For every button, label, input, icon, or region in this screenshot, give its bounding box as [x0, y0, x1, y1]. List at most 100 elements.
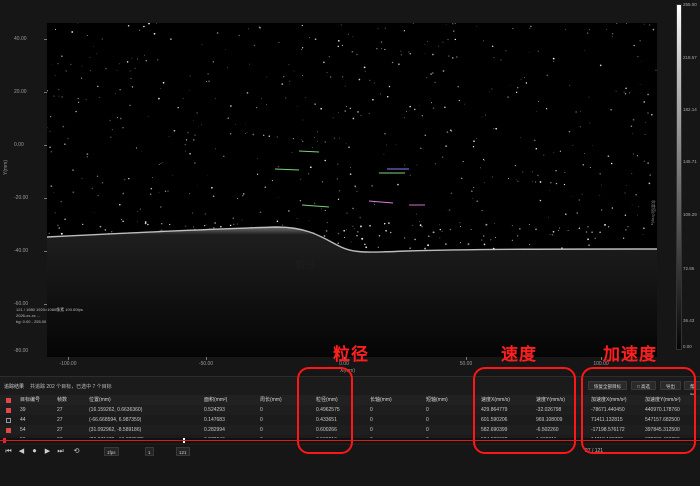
column-header[interactable]: 面积(mm²) [204, 395, 227, 405]
particle-speck [271, 180, 273, 182]
particle-speck [144, 222, 147, 225]
particle-speck [169, 223, 171, 226]
particle-speck [624, 93, 627, 95]
last-frame-icon[interactable]: ⏭ [56, 447, 65, 456]
particle-speck [386, 95, 389, 98]
particle-speck [578, 199, 580, 201]
column-header[interactable]: 帧数 [57, 395, 67, 405]
table-cell: 0 [260, 417, 263, 423]
particle-speck [380, 93, 382, 95]
particle-speck [586, 32, 589, 34]
particle-speck [227, 117, 229, 119]
particle-speck [215, 148, 216, 150]
particle-speck [153, 32, 156, 35]
particle-speck [172, 174, 174, 176]
particle-speck [196, 112, 198, 114]
particle-speck [631, 173, 633, 174]
particle-speck [552, 230, 555, 233]
particle-speck [314, 202, 316, 204]
particle-speck [145, 59, 148, 62]
particle-speck [58, 95, 60, 97]
particle-speck [338, 111, 339, 113]
trajectory-track [368, 200, 394, 204]
particle-speck [649, 24, 651, 26]
particle-speck [421, 115, 423, 117]
particle-speck [344, 236, 346, 238]
particle-speck [563, 183, 566, 186]
particle-speck [141, 151, 143, 152]
particle-speck [50, 151, 52, 153]
particle-speck [89, 57, 91, 59]
particle-speck [168, 136, 170, 137]
particle-speck [528, 52, 530, 53]
particle-speck [101, 181, 104, 184]
particle-speck [328, 56, 330, 58]
column-header[interactable]: 长轴(mm) [370, 395, 392, 405]
particle-speck [643, 160, 645, 162]
colorbar-title: 灰度值(Gray) [651, 200, 656, 224]
table-cell: (31.092962, -8.589186) [89, 427, 142, 433]
particle-speck [648, 182, 651, 185]
particle-speck [308, 37, 310, 38]
table-cell: 0 [426, 417, 429, 423]
frame-to-field[interactable]: 121 [176, 447, 190, 456]
particle-speck [184, 143, 186, 146]
select-all-checkbox[interactable] [6, 398, 11, 403]
particle-speck [204, 224, 206, 227]
particle-speck [599, 64, 602, 67]
column-header[interactable]: 位置(mm) [89, 395, 111, 405]
particle-speck [578, 227, 581, 229]
column-header[interactable]: 短轴(mm) [426, 395, 448, 405]
particle-speck [638, 206, 639, 207]
particle-speck [77, 98, 79, 100]
particle-speck [93, 212, 95, 213]
frame-from-field[interactable]: 1 [145, 447, 154, 456]
colorbar-tick: 255.00 [683, 2, 697, 7]
particle-speck [491, 45, 494, 48]
particle-speck [491, 88, 493, 90]
particle-speck [162, 81, 165, 84]
column-header[interactable]: 目标编号 [20, 395, 40, 405]
row-checkbox[interactable] [6, 418, 11, 423]
particle-speck [213, 226, 215, 229]
fps-select[interactable]: 1fps [104, 447, 119, 456]
particle-speck [419, 224, 422, 227]
trajectory-track [301, 204, 330, 208]
particle-speck [529, 244, 531, 246]
particle-speck [177, 106, 179, 109]
particle-speck [164, 190, 167, 192]
record-icon[interactable]: ⏺ [30, 447, 39, 456]
first-frame-icon[interactable]: ⏮ [4, 447, 13, 456]
play-icon[interactable]: ▶ [43, 447, 52, 456]
particle-speck [60, 232, 63, 235]
particle-speck [167, 190, 169, 192]
step-back-icon[interactable]: ◀ [17, 447, 26, 456]
particle-speck [470, 190, 473, 193]
particle-speck [160, 88, 162, 89]
particle-speck [414, 108, 416, 111]
particle-speck [138, 29, 141, 31]
particle-speck [546, 74, 549, 77]
particle-image[interactable]: 粒径 [47, 23, 657, 357]
y-tick-mark [44, 198, 47, 199]
row-checkbox[interactable] [6, 408, 11, 413]
particle-speck [47, 127, 48, 129]
particle-speck [557, 229, 559, 232]
particle-speck [277, 196, 279, 198]
particle-speck [500, 59, 502, 61]
particle-speck [408, 51, 410, 53]
particle-speck [421, 226, 423, 228]
particle-speck [225, 49, 227, 50]
particle-speck [244, 124, 246, 125]
particle-speck [635, 193, 638, 196]
row-checkbox[interactable] [6, 428, 11, 433]
image-viewer[interactable]: 粒径 40.00 20.00 0.00 -20.00 -40.00 -60.00… [0, 0, 700, 375]
particle-speck [449, 209, 451, 211]
particle-speck [431, 102, 433, 104]
particle-speck [320, 107, 322, 110]
loop-icon[interactable]: ⟲ [72, 447, 81, 456]
particle-speck [352, 207, 354, 210]
column-header[interactable]: 周长(mm) [260, 395, 282, 405]
particle-speck [338, 190, 340, 192]
particle-speck [143, 54, 145, 56]
